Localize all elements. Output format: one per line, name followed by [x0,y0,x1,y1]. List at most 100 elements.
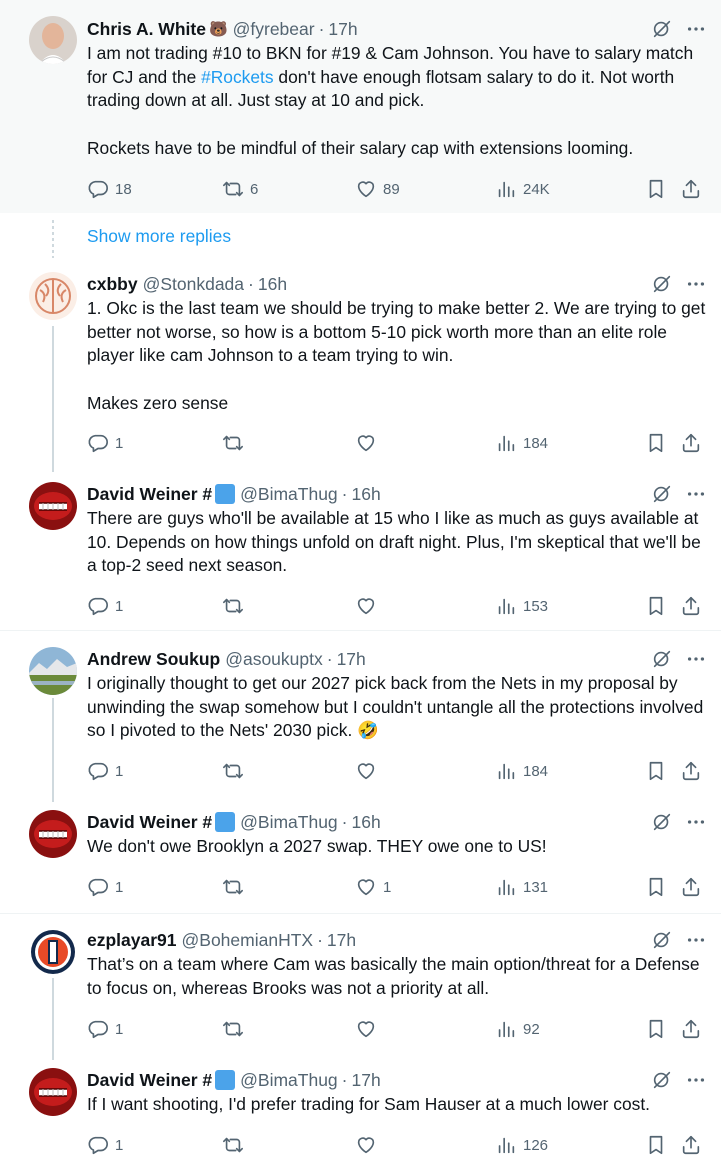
views-button[interactable]: 184 [495,759,548,783]
timestamp[interactable]: 16h [258,274,287,295]
grok-icon[interactable] [651,929,673,951]
share-button[interactable] [680,1133,708,1157]
views-button[interactable]: 153 [495,594,548,618]
bookmark-icon [645,595,673,617]
grok-icon[interactable] [651,1069,673,1091]
bookmark-button[interactable] [645,594,673,618]
bookmark-button[interactable] [645,177,673,201]
grok-icon[interactable] [651,811,673,833]
bookmark-button[interactable] [645,1017,673,1041]
author-handle[interactable]: @BimaThug [240,484,338,505]
like-button[interactable] [355,1133,383,1157]
share-button[interactable] [680,594,708,618]
author-handle[interactable]: @BohemianHTX [182,930,314,951]
share-button[interactable] [680,177,708,201]
timestamp[interactable]: 17h [328,19,357,40]
repost-button[interactable]: 6 [222,177,258,201]
views-button[interactable]: 184 [495,431,548,455]
bookmark-button[interactable] [645,1133,673,1157]
views-count: 131 [523,878,549,896]
reply-button[interactable]: 18 [87,177,132,201]
analytics-icon [495,432,523,454]
like-button[interactable] [355,431,383,455]
bookmark-button[interactable] [645,431,673,455]
reply-button[interactable]: 1 [87,759,123,783]
hashtag-link[interactable]: #Rockets [201,67,274,87]
more-options-icon[interactable] [685,18,707,40]
views-count: 184 [523,434,549,452]
repost-button[interactable] [222,1017,250,1041]
author-handle[interactable]: @BimaThug [240,1070,338,1091]
share-button[interactable] [680,759,708,783]
author-name[interactable]: Chris A. White [87,19,206,40]
reply-icon [87,760,115,782]
grok-icon[interactable] [651,18,673,40]
repost-button[interactable] [222,594,250,618]
author-name[interactable]: ezplayar91 [87,930,177,951]
more-options-icon[interactable] [685,648,707,670]
show-more-replies-link[interactable]: Show more replies [87,226,231,247]
views-button[interactable]: 126 [495,1133,548,1157]
share-button[interactable] [680,875,708,899]
like-button[interactable] [355,1017,383,1041]
author-handle[interactable]: @asoukuptx [225,649,323,670]
avatar[interactable] [29,810,77,858]
bookmark-button[interactable] [645,759,673,783]
like-button[interactable] [355,759,383,783]
like-button[interactable]: 89 [355,177,400,201]
more-options-icon[interactable] [685,811,707,833]
avatar[interactable] [29,647,77,695]
reply-button[interactable]: 1 [87,875,123,899]
repost-icon [222,178,250,200]
tweet-text: That’s on a team where Cam was basically… [87,953,712,1000]
views-button[interactable]: 24K [495,177,550,201]
reply-button[interactable]: 1 [87,1017,123,1041]
grok-icon[interactable] [651,273,673,295]
reply-button[interactable]: 1 [87,1133,123,1157]
views-count: 24K [523,180,550,198]
avatar[interactable] [29,1068,77,1116]
share-icon [680,1018,708,1040]
like-button[interactable] [355,594,383,618]
avatar[interactable] [29,272,77,320]
avatar[interactable] [29,482,77,530]
timestamp[interactable]: 17h [337,649,366,670]
views-button[interactable]: 92 [495,1017,540,1041]
more-options-icon[interactable] [685,1069,707,1091]
share-button[interactable] [680,1017,708,1041]
author-handle[interactable]: @fyrebear [233,19,315,40]
author-name[interactable]: David Weiner # [87,484,212,505]
repost-button[interactable] [222,431,250,455]
timestamp[interactable]: 16h [352,812,381,833]
author-name[interactable]: cxbby [87,274,138,295]
repost-button[interactable] [222,875,250,899]
like-button[interactable]: 1 [355,875,391,899]
author-name[interactable]: David Weiner # [87,812,212,833]
author-name[interactable]: Andrew Soukup [87,649,220,670]
share-button[interactable] [680,431,708,455]
reply-button[interactable]: 1 [87,431,123,455]
repost-button[interactable] [222,759,250,783]
bookmark-button[interactable] [645,875,673,899]
bookmark-icon [645,1134,673,1156]
grok-icon[interactable] [651,648,673,670]
more-options-icon[interactable] [685,273,707,295]
reply-count: 1 [115,878,124,896]
views-button[interactable]: 131 [495,875,548,899]
author-name[interactable]: David Weiner # [87,1070,212,1091]
grok-icon[interactable] [651,483,673,505]
divider [0,913,721,914]
avatar[interactable] [29,16,77,64]
author-handle[interactable]: @Stonkdada [143,274,244,295]
reply-button[interactable]: 1 [87,594,123,618]
author-handle[interactable]: @BimaThug [240,812,338,833]
avatar[interactable] [29,928,77,976]
timestamp[interactable]: 17h [327,930,356,951]
timestamp[interactable]: 17h [352,1070,381,1091]
tweet-header: David Weiner # @BimaThug · 17h [87,1069,707,1091]
repost-button[interactable] [222,1133,250,1157]
more-options-icon[interactable] [685,929,707,951]
heart-icon [355,178,383,200]
timestamp[interactable]: 16h [352,484,381,505]
more-options-icon[interactable] [685,483,707,505]
